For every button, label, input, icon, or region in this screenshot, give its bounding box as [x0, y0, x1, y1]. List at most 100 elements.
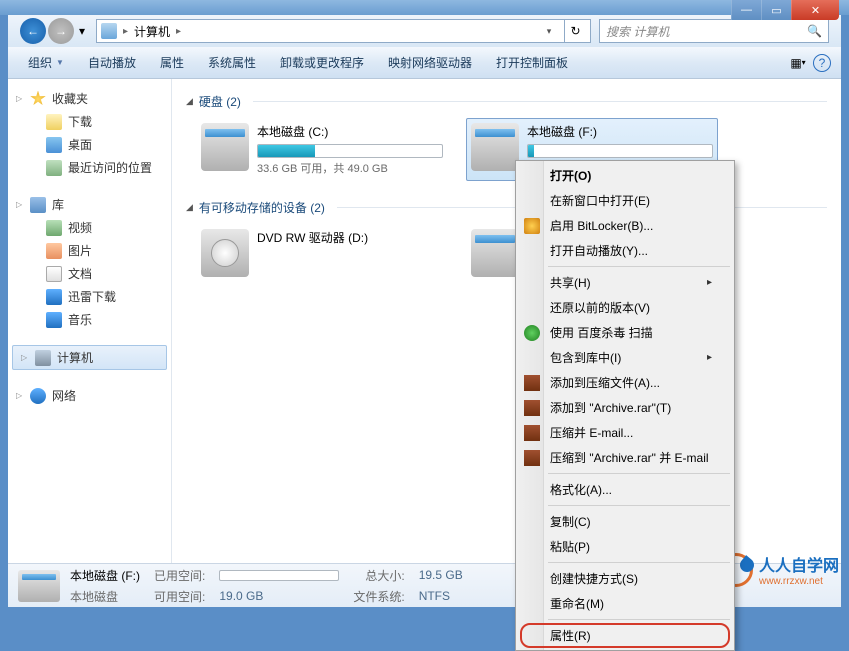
- video-icon: [46, 220, 62, 236]
- minimize-button[interactable]: —: [731, 0, 761, 20]
- status-fs-value: NTFS: [419, 589, 463, 603]
- winrar-icon: [524, 425, 540, 441]
- menu-paste[interactable]: 粘贴(P): [518, 534, 732, 559]
- status-total-value: 19.5 GB: [419, 568, 463, 582]
- uninstall-programs-button[interactable]: 卸载或更改程序: [270, 50, 374, 75]
- system-properties-button[interactable]: 系统属性: [198, 50, 266, 75]
- antivirus-icon: [524, 325, 540, 341]
- libraries-group[interactable]: ▷库: [8, 193, 171, 216]
- history-dropdown[interactable]: ▾: [76, 24, 88, 38]
- window-controls: — ▭ ✕: [731, 0, 839, 20]
- drive-dvd[interactable]: DVD RW 驱动器 (D:): [196, 224, 448, 283]
- sidebar-item-downloads[interactable]: 下载: [8, 110, 171, 133]
- close-button[interactable]: ✕: [791, 0, 839, 20]
- capacity-bar: [257, 144, 443, 158]
- sidebar-item-documents[interactable]: 文档: [8, 262, 171, 285]
- menu-add-to-archive[interactable]: 添加到压缩文件(A)...: [518, 370, 732, 395]
- sidebar-item-music[interactable]: 音乐: [8, 308, 171, 331]
- status-drive-name: 本地磁盘 (F:): [70, 567, 140, 584]
- breadcrumb-sep-icon: ▸: [123, 26, 128, 37]
- menu-open-new-window[interactable]: 在新窗口中打开(E): [518, 188, 732, 213]
- menu-restore-previous[interactable]: 还原以前的版本(V): [518, 295, 732, 320]
- section-hard-disks[interactable]: ◢硬盘 (2): [186, 89, 827, 114]
- view-options-button[interactable]: ▦▾: [787, 52, 809, 74]
- menu-properties[interactable]: 属性(R): [518, 623, 732, 648]
- status-fs-label: 文件系统:: [353, 588, 404, 605]
- navigation-bar: ← → ▾ ▸ 计算机 ▸ ▾ ↻ 搜索 计算机 🔍: [8, 15, 841, 47]
- shield-icon: [524, 218, 540, 234]
- status-used-label: 已用空间:: [154, 567, 205, 584]
- refresh-button[interactable]: ↻: [564, 20, 586, 42]
- status-drive-type: 本地磁盘: [70, 588, 140, 605]
- menu-add-to-archive-rar[interactable]: 添加到 "Archive.rar"(T): [518, 395, 732, 420]
- star-icon: [30, 91, 46, 107]
- xunlei-icon: [46, 289, 62, 305]
- picture-icon: [46, 243, 62, 259]
- organize-menu[interactable]: 组织▼: [18, 50, 74, 75]
- menu-baidu-scan[interactable]: 使用 百度杀毒 扫描: [518, 320, 732, 345]
- context-menu: 打开(O) 在新窗口中打开(E) 启用 BitLocker(B)... 打开自动…: [515, 160, 735, 651]
- hdd-icon: [201, 123, 249, 171]
- back-button[interactable]: ←: [20, 18, 46, 44]
- menu-compress-rar-email[interactable]: 压缩到 "Archive.rar" 并 E-mail: [518, 445, 732, 470]
- winrar-icon: [524, 450, 540, 466]
- menu-copy[interactable]: 复制(C): [518, 509, 732, 534]
- menu-format[interactable]: 格式化(A)...: [518, 477, 732, 502]
- status-free-value: 19.0 GB: [219, 589, 339, 603]
- breadcrumb-root[interactable]: 计算机: [134, 23, 170, 40]
- drive-name: 本地磁盘 (C:): [257, 123, 443, 140]
- drive-name: 本地磁盘 (F:): [527, 123, 713, 140]
- drive-capacity-text: 33.6 GB 可用，共 49.0 GB: [257, 160, 443, 176]
- recent-icon: [46, 160, 62, 176]
- properties-button[interactable]: 属性: [150, 50, 194, 75]
- open-control-panel-button[interactable]: 打开控制面板: [486, 50, 578, 75]
- status-free-label: 可用空间:: [154, 588, 205, 605]
- search-placeholder: 搜索 计算机: [606, 23, 669, 40]
- search-icon: 🔍: [807, 24, 822, 38]
- search-input[interactable]: 搜索 计算机 🔍: [599, 19, 829, 43]
- breadcrumb-sep-icon: ▸: [176, 26, 181, 37]
- menu-bitlocker[interactable]: 启用 BitLocker(B)...: [518, 213, 732, 238]
- sidebar-item-recent[interactable]: 最近访问的位置: [8, 156, 171, 179]
- music-icon: [46, 312, 62, 328]
- favorites-group[interactable]: ▷收藏夹: [8, 87, 171, 110]
- menu-share[interactable]: 共享(H)▸: [518, 270, 732, 295]
- capacity-bar: [527, 144, 713, 158]
- watermark-url: www.rrzxw.net: [759, 576, 839, 587]
- address-bar[interactable]: ▸ 计算机 ▸ ▾ ↻: [96, 19, 591, 43]
- sidebar-item-videos[interactable]: 视频: [8, 216, 171, 239]
- sidebar-item-pictures[interactable]: 图片: [8, 239, 171, 262]
- menu-create-shortcut[interactable]: 创建快捷方式(S): [518, 566, 732, 591]
- help-button[interactable]: ?: [813, 54, 831, 72]
- sidebar-item-xunlei[interactable]: 迅雷下载: [8, 285, 171, 308]
- computer-icon: [101, 23, 117, 39]
- dvd-icon: [201, 229, 249, 277]
- forward-button[interactable]: →: [48, 18, 74, 44]
- sidebar-item-computer[interactable]: ▷计算机: [12, 345, 167, 370]
- command-toolbar: 组织▼ 自动播放 属性 系统属性 卸载或更改程序 映射网络驱动器 打开控制面板 …: [8, 47, 841, 79]
- sidebar-item-network[interactable]: ▷网络: [8, 384, 171, 407]
- menu-compress-email[interactable]: 压缩并 E-mail...: [518, 420, 732, 445]
- drive-c[interactable]: 本地磁盘 (C:) 33.6 GB 可用，共 49.0 GB: [196, 118, 448, 181]
- address-dropdown[interactable]: ▾: [540, 26, 558, 37]
- maximize-button[interactable]: ▭: [761, 0, 791, 20]
- map-network-drive-button[interactable]: 映射网络驱动器: [378, 50, 482, 75]
- watermark: 人人自学网 www.rrzxw.net: [719, 552, 839, 587]
- menu-open[interactable]: 打开(O): [518, 163, 732, 188]
- winrar-icon: [524, 400, 540, 416]
- navigation-sidebar: ▷收藏夹 下载 桌面 最近访问的位置 ▷库 视频 图片 文档 迅雷下载 音乐 ▷…: [8, 79, 172, 563]
- menu-autoplay[interactable]: 打开自动播放(Y)...: [518, 238, 732, 263]
- menu-include-library[interactable]: 包含到库中(I)▸: [518, 345, 732, 370]
- document-icon: [46, 266, 62, 282]
- menu-rename[interactable]: 重命名(M): [518, 591, 732, 616]
- status-used-bar: [219, 570, 339, 581]
- removable-drive-icon: [471, 229, 519, 277]
- library-icon: [30, 197, 46, 213]
- sidebar-item-desktop[interactable]: 桌面: [8, 133, 171, 156]
- status-total-label: 总大小:: [353, 567, 404, 584]
- computer-icon: [35, 350, 51, 366]
- autoplay-button[interactable]: 自动播放: [78, 50, 146, 75]
- drive-name: DVD RW 驱动器 (D:): [257, 229, 443, 246]
- titlebar: [0, 0, 849, 15]
- desktop-icon: [46, 137, 62, 153]
